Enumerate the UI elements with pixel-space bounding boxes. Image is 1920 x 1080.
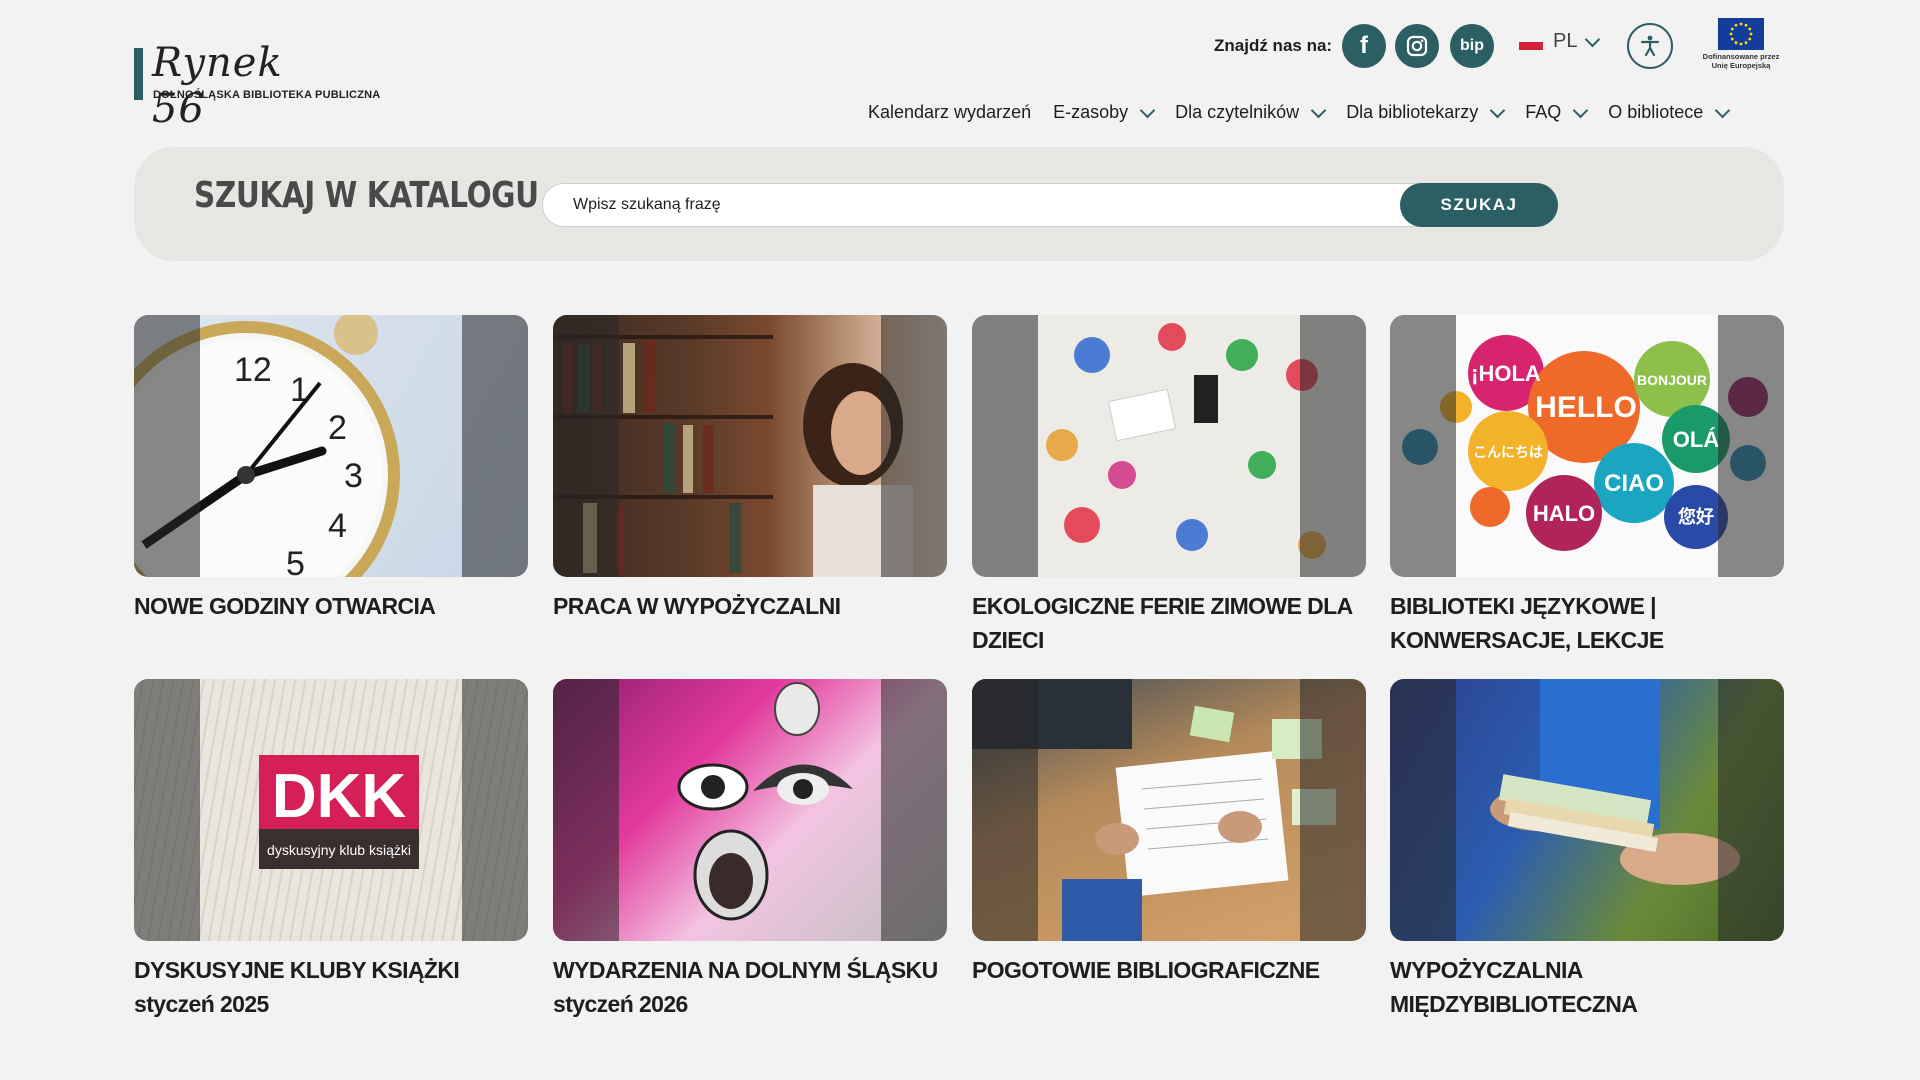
tile-overlay-right: [881, 679, 947, 941]
bip-glyph: bip: [1460, 37, 1484, 54]
tile-title[interactable]: EKOLOGICZNE FERIE ZIMOWE DLA DZIECI: [972, 589, 1366, 657]
nav-item-e-resources[interactable]: E-zasoby: [1053, 102, 1156, 123]
tile-overlay-right: [1718, 679, 1784, 941]
tile-title[interactable]: BIBLIOTEKI JĘZYKOWE | KONWERSACJE, LEKCJ…: [1390, 589, 1784, 657]
bubble-text: HALO: [1533, 501, 1595, 526]
tile-overlay-right: [1300, 315, 1366, 577]
svg-text:3: 3: [344, 457, 363, 495]
svg-text:12: 12: [234, 351, 272, 389]
search-button[interactable]: SZUKAJ: [1400, 183, 1558, 227]
news-tile[interactable]: WYDARZENIA NA DOLNYM ŚLĄSKU styczeń 2026: [553, 679, 947, 1021]
accessibility-button[interactable]: [1627, 23, 1673, 69]
tile-title[interactable]: WYDARZENIA NA DOLNYM ŚLĄSKU styczeń 2026: [553, 953, 947, 1021]
polish-flag-icon: [1519, 33, 1543, 50]
chevron-down-icon: [1489, 102, 1506, 118]
bubble-text: BONJOUR: [1637, 372, 1707, 388]
chevron-down-icon: [1310, 102, 1327, 118]
eu-flag-icon: [1718, 18, 1764, 50]
bubble-text: HELLO: [1535, 391, 1637, 424]
nav-item-label: Dla bibliotekarzy: [1346, 102, 1479, 122]
news-tile[interactable]: DKK dyskusyjny klub książki DYSKUSYJNE K…: [134, 679, 528, 1021]
main-nav: Kalendarz wydarzeń E-zasoby Dla czytelni…: [868, 102, 1731, 123]
news-tile[interactable]: ¡HOLA HELLO BONJOUR OLÁ こんにちは CIAO HALO …: [1390, 315, 1784, 657]
news-tile[interactable]: EKOLOGICZNE FERIE ZIMOWE DLA DZIECI: [972, 315, 1366, 657]
language-code: PL: [1553, 30, 1578, 52]
nav-item-about[interactable]: O bibliotece: [1608, 102, 1731, 123]
instagram-glyph: [1406, 35, 1428, 57]
tile-title[interactable]: PRACA W WYPOŻYCZALNI: [553, 589, 947, 623]
tile-overlay-left: [553, 315, 619, 577]
tile-image-book-handover[interactable]: [1390, 679, 1784, 941]
dkk-caption-text: dyskusyjny klub książki: [267, 842, 411, 858]
tile-image-collage-face[interactable]: [553, 679, 947, 941]
tile-image-notebook[interactable]: [972, 679, 1366, 941]
logo-subtitle: DOLNOŚLĄSKA BIBLIOTEKA PUBLICZNA: [153, 89, 381, 101]
tile-overlay-left: [1390, 315, 1456, 577]
facebook-icon[interactable]: f: [1342, 24, 1386, 68]
tile-title[interactable]: POGOTOWIE BIBLIOGRAFICZNE: [972, 953, 1366, 987]
tile-overlay-left: [972, 679, 1038, 941]
tile-overlay-left: [134, 679, 200, 941]
chevron-down-icon: [1139, 102, 1156, 118]
nav-item-label: Dla czytelników: [1175, 102, 1300, 122]
instagram-icon[interactable]: [1395, 24, 1439, 68]
facebook-glyph: f: [1360, 32, 1368, 59]
chevron-down-icon: [1585, 31, 1601, 47]
nav-item-for-readers[interactable]: Dla czytelników: [1175, 102, 1327, 123]
bubble-text: CIAO: [1604, 470, 1664, 497]
language-selector[interactable]: PL: [1519, 30, 1601, 53]
tile-image-language-bubbles[interactable]: ¡HOLA HELLO BONJOUR OLÁ こんにちは CIAO HALO …: [1390, 315, 1784, 577]
news-tile[interactable]: PRACA W WYPOŻYCZALNI: [553, 315, 947, 623]
accessibility-icon: [1640, 35, 1660, 57]
logo-wordmark: Rynek 56: [152, 40, 283, 132]
find-us-label: Znajdź nas na:: [1214, 36, 1333, 55]
search-field: SZUKAJ: [542, 183, 1558, 227]
bubble-text: こんにちは: [1473, 444, 1543, 460]
tile-overlay-right: [462, 315, 528, 577]
svg-text:2: 2: [328, 409, 347, 447]
nav-item-calendar[interactable]: Kalendarz wydarzeń: [868, 102, 1031, 123]
tile-overlay-right: [1300, 679, 1366, 941]
tile-image-handprints[interactable]: [972, 315, 1366, 577]
site-logo[interactable]: Rynek 56 DOLNOŚLĄSKA BIBLIOTEKA PUBLICZN…: [134, 40, 380, 132]
chevron-down-icon: [1572, 102, 1589, 118]
svg-text:5: 5: [286, 545, 305, 577]
bubble-text: ¡HOLA: [1471, 361, 1541, 386]
bubble-text: 您好: [1678, 506, 1714, 527]
nav-item-label: FAQ: [1525, 102, 1562, 122]
tile-title[interactable]: NOWE GODZINY OTWARCIA: [134, 589, 528, 623]
svg-text:4: 4: [328, 507, 347, 545]
tile-title[interactable]: DYSKUSYJNE KLUBY KSIĄŻKI styczeń 2025: [134, 953, 528, 1021]
tile-overlay-right: [1718, 315, 1784, 577]
tile-overlay-left: [1390, 679, 1456, 941]
news-tile[interactable]: WYPOŻYCZALNIA MIĘDZYBIBLIOTECZNA: [1390, 679, 1784, 1021]
dkk-logo-text: DKK: [272, 762, 407, 831]
tile-title[interactable]: WYPOŻYCZALNIA MIĘDZYBIBLIOTECZNA: [1390, 953, 1784, 1021]
bip-icon[interactable]: bip: [1450, 24, 1494, 68]
search-input[interactable]: [573, 184, 1373, 226]
news-tile[interactable]: 12 1 2 3 4 5 NOWE GODZINY OTWARCIA: [134, 315, 528, 623]
eu-funding-badge: Dofinansowane przez Unię Europejską: [1696, 18, 1786, 74]
tile-overlay-right: [462, 679, 528, 941]
tile-overlay-right: [881, 315, 947, 577]
tile-image-clock[interactable]: 12 1 2 3 4 5: [134, 315, 528, 577]
tile-image-bookshelf[interactable]: [553, 315, 947, 577]
nav-item-label: Kalendarz wydarzeń: [868, 102, 1032, 122]
search-title: SZUKAJ W KATALOGU: [194, 175, 539, 216]
chevron-down-icon: [1715, 102, 1731, 118]
nav-item-for-librarians[interactable]: Dla bibliotekarzy: [1346, 102, 1506, 123]
nav-item-label: E-zasoby: [1053, 102, 1129, 122]
tile-overlay-left: [972, 315, 1038, 577]
eu-caption: Dofinansowane przez Unię Europejską: [1702, 52, 1780, 70]
nav-item-label: O bibliotece: [1608, 102, 1704, 122]
bubble-text: OLÁ: [1673, 427, 1720, 452]
nav-item-faq[interactable]: FAQ: [1525, 102, 1589, 123]
tile-overlay-left: [134, 315, 200, 577]
catalog-search-panel: SZUKAJ W KATALOGU SZUKAJ: [134, 147, 1784, 261]
tile-overlay-left: [553, 679, 619, 941]
logo-bar: [134, 48, 143, 100]
news-tile[interactable]: POGOTOWIE BIBLIOGRAFICZNE: [972, 679, 1366, 987]
tile-image-dkk[interactable]: DKK dyskusyjny klub książki: [134, 679, 528, 941]
